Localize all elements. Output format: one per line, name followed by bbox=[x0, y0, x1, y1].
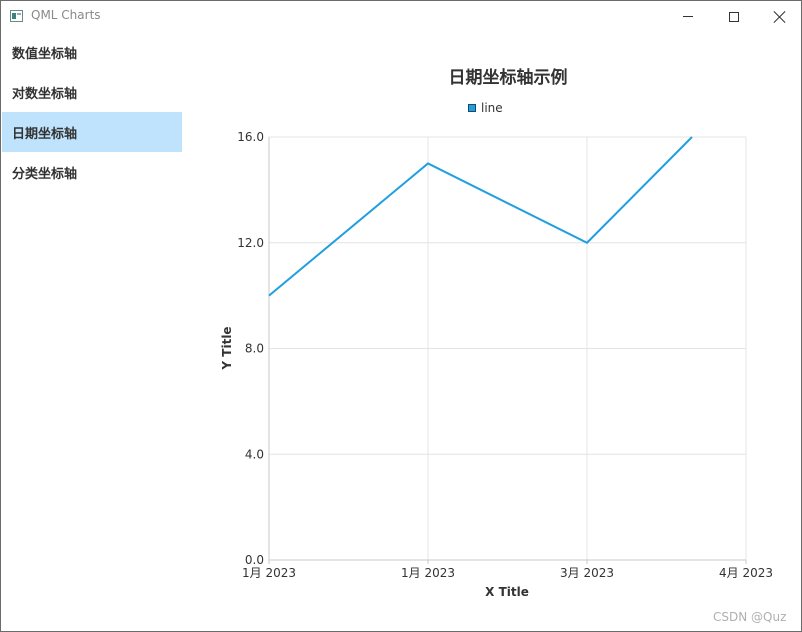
grid-lines bbox=[268, 136, 747, 561]
y-axis-title: Y Title bbox=[220, 326, 234, 370]
y-tick-label: 8.0 bbox=[245, 342, 264, 356]
x-tick-label: 1月 2023 bbox=[401, 566, 455, 580]
axes bbox=[268, 137, 747, 564]
x-tick-label: 4月 2023 bbox=[719, 566, 773, 580]
chart-plot-area: 0.0 4.0 8.0 12.0 16.0 1月 2023 1月 2023 3月 2023 4月… bbox=[220, 130, 773, 599]
watermark: CSDN @Quz bbox=[713, 610, 787, 624]
y-tick-label: 0.0 bbox=[245, 553, 264, 567]
y-tick-label: 12.0 bbox=[237, 236, 264, 250]
x-axis-title: X Title bbox=[485, 585, 529, 599]
series-line bbox=[268, 136, 693, 297]
x-tick-label: 3月 2023 bbox=[560, 566, 614, 580]
app-window: QML Charts 数值坐标轴 对数坐标轴 日期坐标轴 分类坐标轴 日期坐标轴… bbox=[0, 0, 802, 632]
series-layer bbox=[268, 136, 693, 297]
x-tick-label: 1月 2023 bbox=[242, 566, 296, 580]
tick-labels: 0.0 4.0 8.0 12.0 16.0 1月 2023 1月 2023 3月 2023 4月… bbox=[237, 130, 773, 580]
y-tick-label: 16.0 bbox=[237, 130, 264, 144]
y-tick-label: 4.0 bbox=[245, 447, 264, 461]
